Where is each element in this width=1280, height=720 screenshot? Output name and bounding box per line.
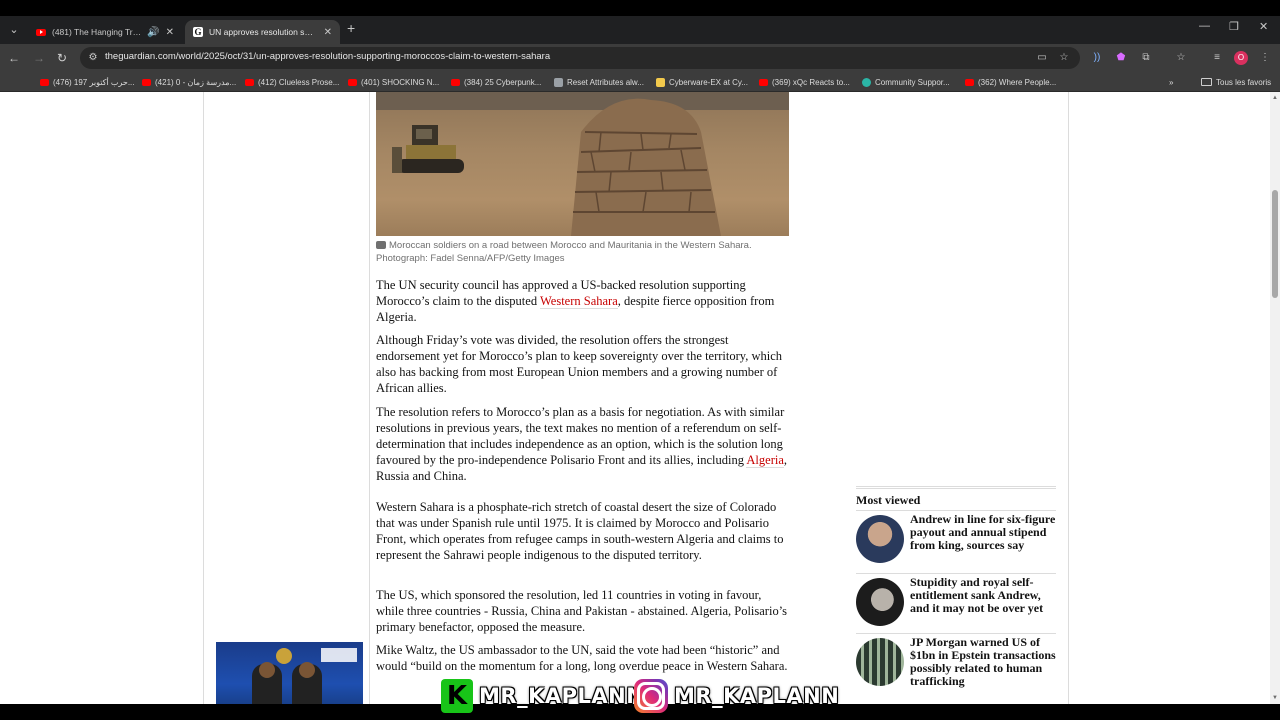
guardian-icon: G — [193, 27, 203, 37]
article-paragraph: Mike Waltz, the US ambassador to the UN,… — [376, 643, 788, 673]
close-tab-icon[interactable]: ✕ — [324, 27, 332, 38]
site-info-icon[interactable]: ⚙ — [86, 51, 100, 65]
most-viewed-item[interactable]: Andrew in line for six-figure payout and… — [856, 510, 1056, 570]
most-viewed-thumbnail — [856, 578, 904, 626]
all-bookmarks-folder[interactable]: Tous les favoris — [1201, 76, 1271, 88]
kick-watermark: K MR_KAPLANN — [441, 678, 644, 714]
profile-avatar[interactable]: O — [1234, 51, 1248, 65]
scroll-down-arrow-icon[interactable]: ▼ — [1271, 694, 1279, 702]
instagram-logo-icon — [634, 679, 668, 713]
youtube-icon — [348, 78, 357, 86]
bookmark-item[interactable]: (421) مدرسة زمان - 0... — [142, 76, 236, 88]
most-viewed-item[interactable]: JP Morgan warned US of $1bn in Epstein t… — [856, 633, 1056, 693]
bookmark-item[interactable]: Community Suppor... — [862, 76, 950, 88]
close-tab-icon[interactable]: ✕ — [166, 27, 174, 38]
scroll-thumb[interactable] — [1272, 190, 1278, 298]
address-bar[interactable]: ⚙ theguardian.com/world/2025/oct/31/un-a… — [80, 47, 1080, 69]
youtube-icon — [759, 78, 768, 86]
youtube-icon — [965, 78, 974, 86]
kick-handle: MR_KAPLANN — [479, 684, 645, 708]
tab-title: (481) The Hanging Tree' Jan — [52, 27, 141, 37]
most-viewed-rule — [856, 486, 1056, 489]
bookmarks-icon[interactable]: ☆ — [1173, 50, 1189, 66]
page-viewport: Moroccan soldiers on a road between Moro… — [0, 92, 1280, 720]
tab-strip: ⌄ (481) The Hanging Tree' Jan 🔊 ✕ G UN a… — [0, 16, 1280, 44]
layout-divider — [1068, 92, 1069, 720]
document-icon — [656, 77, 665, 87]
reload-icon[interactable]: ↻ — [54, 50, 70, 66]
youtube-icon — [451, 78, 460, 86]
extension-shield-icon[interactable]: ⬟ — [1113, 50, 1129, 66]
bookmark-item[interactable]: (384) 25 Cyberpunk... — [451, 76, 541, 88]
generic-site-icon — [554, 77, 563, 87]
article-paragraph: The US, which sponsored the resolution, … — [376, 588, 788, 634]
image-caption: Moroccan soldiers on a road between Moro… — [376, 240, 752, 264]
layout-divider — [203, 92, 204, 720]
browser-toolbar: ← → ↻ ⚙ theguardian.com/world/2025/oct/3… — [0, 44, 1280, 72]
article-paragraph: The resolution refers to Morocco’s plan … — [376, 405, 788, 483]
tab-guardian[interactable]: G UN approves resolution suppor ✕ — [185, 20, 340, 44]
minimize-icon[interactable]: — — [1199, 20, 1210, 32]
youtube-icon — [142, 78, 151, 86]
western-sahara-link[interactable]: Western Sahara — [539, 294, 618, 309]
bulldozer-illustration — [392, 125, 464, 173]
most-viewed-item[interactable]: Stupidity and royal self-entitlement san… — [856, 573, 1056, 633]
install-app-icon[interactable]: ▭ — [1035, 51, 1049, 65]
url-text[interactable]: theguardian.com/world/2025/oct/31/un-app… — [105, 51, 550, 62]
tab-search-chevron-icon[interactable]: ⌄ — [6, 22, 22, 38]
video-thumbnail[interactable] — [216, 642, 363, 712]
new-tab-icon[interactable]: + — [347, 20, 355, 36]
most-viewed-headline[interactable]: JP Morgan warned US of $1bn in Epstein t… — [910, 636, 1056, 688]
layout-divider — [369, 92, 370, 720]
article-hero-image — [376, 92, 789, 236]
bookmarks-bar: (476) حرب أكتوبر 197... (421) مدرسة زمان… — [0, 72, 1280, 92]
close-window-icon[interactable]: ✕ — [1259, 20, 1268, 33]
bookmark-item[interactable]: (362) Where People... — [965, 76, 1056, 88]
stone-cairn-illustration — [571, 98, 721, 236]
most-viewed-title: Most viewed — [856, 493, 921, 507]
bookmark-item[interactable]: (476) حرب أكتوبر 197... — [40, 76, 135, 88]
tab-youtube[interactable]: (481) The Hanging Tree' Jan 🔊 ✕ — [28, 20, 182, 44]
article-paragraph: The UN security council has approved a U… — [376, 278, 775, 324]
screen-top-bar — [0, 0, 1280, 16]
bookmark-item[interactable]: (369) xQc Reacts to... — [759, 76, 850, 88]
audio-icon[interactable]: 🔊 — [147, 27, 159, 38]
bookmark-item[interactable]: (401) SHOCKING N... — [348, 76, 439, 88]
page-scrollbar[interactable]: ▲ ▼ — [1270, 92, 1280, 720]
youtube-icon — [245, 78, 254, 86]
instagram-handle: MR_KAPLANN — [674, 684, 840, 708]
bookmark-item[interactable]: (412) Clueless Prose... — [245, 76, 339, 88]
bookmark-item[interactable]: Cyberware-EX at Cy... — [656, 76, 748, 88]
camera-icon — [376, 241, 386, 249]
bookmark-star-icon[interactable]: ☆ — [1057, 51, 1071, 65]
most-viewed-headline[interactable]: Stupidity and royal self-entitlement san… — [910, 576, 1056, 615]
media-controls-icon[interactable]: ≡ — [1209, 50, 1225, 66]
folder-icon — [1201, 78, 1212, 86]
most-viewed-thumbnail — [856, 638, 904, 686]
algeria-link[interactable]: Algeria — [746, 453, 784, 468]
forward-icon[interactable]: → — [31, 50, 47, 66]
extensions-puzzle-icon[interactable]: ⧉ — [1138, 50, 1154, 66]
extension-icon[interactable]: )) — [1089, 50, 1105, 66]
menu-kebab-icon[interactable]: ⋮ — [1257, 50, 1273, 66]
kick-logo-icon: K — [441, 679, 473, 713]
most-viewed-thumbnail — [856, 515, 904, 563]
most-viewed-headline[interactable]: Andrew in line for six-figure payout and… — [910, 513, 1056, 552]
emblem-icon — [276, 648, 292, 664]
community-icon — [862, 77, 871, 87]
bookmarks-overflow-icon[interactable]: » — [1169, 76, 1173, 88]
tab-title: UN approves resolution suppor — [209, 27, 318, 37]
back-icon[interactable]: ← — [6, 50, 22, 66]
maximize-icon[interactable]: ❐ — [1229, 20, 1239, 33]
article-paragraph: Western Sahara is a phosphate-rich stret… — [376, 500, 784, 562]
scroll-up-arrow-icon[interactable]: ▲ — [1271, 94, 1279, 102]
instagram-watermark: MR_KAPLANN — [634, 678, 839, 714]
youtube-icon — [36, 28, 46, 36]
bookmark-item[interactable]: Reset Attributes alw... — [554, 76, 644, 88]
article-paragraph: Although Friday’s vote was divided, the … — [376, 333, 783, 395]
youtube-icon — [40, 78, 49, 86]
